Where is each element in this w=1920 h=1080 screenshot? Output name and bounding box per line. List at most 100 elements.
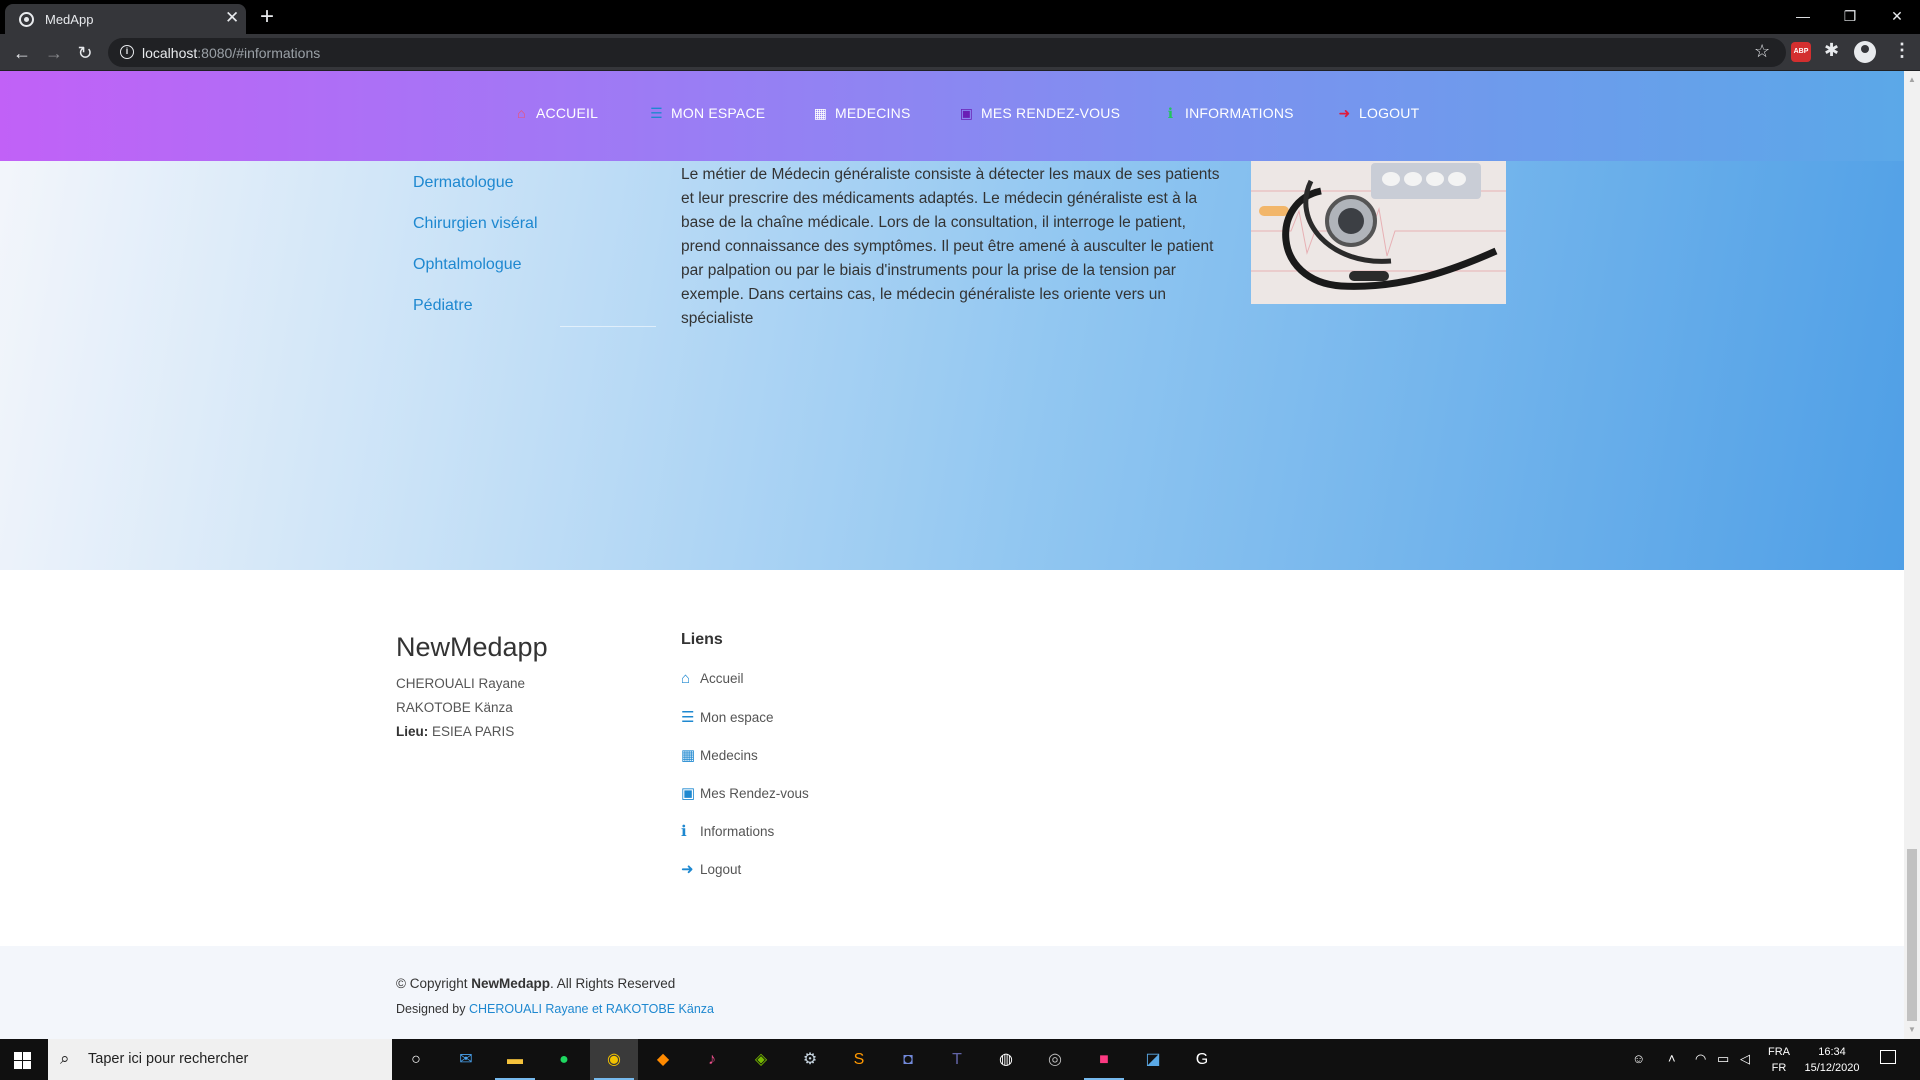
- adblock-extension-icon[interactable]: ABP: [1791, 42, 1811, 62]
- logitech-icon[interactable]: G: [1187, 1045, 1217, 1075]
- scrollbar-thumb[interactable]: [1907, 849, 1917, 1021]
- itunes-icon[interactable]: ♪: [697, 1045, 727, 1075]
- home-icon: ⌂: [517, 105, 526, 121]
- sign-out-icon: ➜: [1338, 105, 1351, 121]
- search-placeholder: Taper ici pour rechercher: [88, 1051, 249, 1067]
- tab-close-icon[interactable]: ✕: [225, 8, 239, 28]
- footer-link-mon-espace[interactable]: ☰ Mon espace: [681, 708, 774, 726]
- people-icon[interactable]: ☺: [1632, 1051, 1645, 1066]
- stethoscope-image: [1251, 161, 1506, 304]
- sign-out-icon: ➜: [681, 861, 694, 878]
- browser-tab[interactable]: MedApp ✕: [5, 4, 246, 34]
- footer-link-rendez-vous[interactable]: ▣ Mes Rendez-vous: [681, 784, 809, 802]
- unreal-icon[interactable]: ◎: [1040, 1045, 1070, 1075]
- nav-mon-espace[interactable]: ☰ MON ESPACE: [648, 105, 765, 125]
- restore-button[interactable]: ❐: [1827, 4, 1873, 28]
- scroll-up-icon[interactable]: ▲: [1908, 75, 1916, 84]
- discord-icon[interactable]: ◘: [893, 1045, 923, 1075]
- footer-bottom: © Copyright NewMedapp. All Rights Reserv…: [0, 946, 1904, 1039]
- footer-location: Lieu: ESIEA PARIS: [396, 724, 514, 739]
- main-navbar: ⌂ ACCUEIL ☰ MON ESPACE ▦ MEDECINS ▣ MES REND…: [0, 71, 1904, 161]
- hospital-icon: ▦: [681, 747, 696, 764]
- calendar-icon: ▣: [681, 785, 696, 802]
- address-bar[interactable]: i localhost:8080/#informations ☆: [108, 38, 1786, 67]
- chrome-icon[interactable]: ◉: [599, 1045, 629, 1075]
- specialty-link[interactable]: Ophtalmologue: [413, 256, 522, 274]
- new-tab-button[interactable]: +: [260, 3, 274, 31]
- tab-title: MedApp: [45, 12, 94, 27]
- browser-tab-strip: MedApp ✕ + — ❐ ✕: [0, 0, 1920, 34]
- spotify-icon[interactable]: ●: [549, 1045, 579, 1075]
- nvidia-icon[interactable]: ◈: [746, 1045, 776, 1075]
- notification-center-icon[interactable]: [1880, 1050, 1896, 1064]
- nav-mes-rendez-vous[interactable]: ▣ MES RENDEZ-VOUS: [958, 105, 1120, 125]
- close-window-button[interactable]: ✕: [1874, 4, 1920, 28]
- designed-by: Designed by CHEROUALI Rayane et RAKOTOBE…: [396, 1002, 714, 1016]
- extensions-puzzle-icon[interactable]: ✱: [1824, 40, 1839, 61]
- reload-button[interactable]: ↻: [74, 42, 96, 64]
- nav-accueil[interactable]: ⌂ ACCUEIL: [513, 105, 598, 125]
- minimize-button[interactable]: —: [1780, 4, 1826, 28]
- specialty-link[interactable]: Chirurgien viséral: [413, 215, 538, 233]
- divider: [560, 326, 656, 327]
- footer: NewMedapp CHEROUALI Rayane RAKOTOBE Känz…: [0, 570, 1904, 946]
- nav-informations[interactable]: ℹ INFORMATIONS: [1162, 105, 1294, 125]
- info-icon: ℹ: [1167, 105, 1174, 121]
- profile-avatar-icon[interactable]: [1854, 41, 1876, 63]
- taskbar-search[interactable]: ⌕ Taper ici pour rechercher: [48, 1039, 392, 1080]
- location-label: Lieu:: [396, 724, 429, 739]
- system-clock[interactable]: 16:34 15/12/2020: [1802, 1044, 1862, 1076]
- nav-medecins[interactable]: ▦ MEDECINS: [812, 105, 911, 125]
- tray-chevron-icon[interactable]: ˄: [1668, 1051, 1676, 1066]
- browser-toolbar: ← → ↻ i localhost:8080/#informations ☆: [0, 34, 1920, 71]
- footer-link-informations[interactable]: ℹ Informations: [681, 822, 774, 840]
- wifi-icon[interactable]: ◠: [1695, 1051, 1706, 1067]
- nav-logout[interactable]: ➜ LOGOUT: [1336, 105, 1420, 125]
- bookmark-star-icon[interactable]: ☆: [1754, 41, 1770, 62]
- footer-author: CHEROUALI Rayane: [396, 676, 526, 691]
- align-left-icon: ☰: [681, 709, 695, 726]
- search-icon: ⌕: [60, 1049, 70, 1068]
- authors-link[interactable]: CHEROUALI Rayane et RAKOTOBE Känza: [469, 1002, 714, 1016]
- mysql-workbench-icon[interactable]: ◪: [1138, 1045, 1168, 1075]
- page-scrollbar[interactable]: ▲ ▼: [1904, 71, 1920, 1039]
- back-button[interactable]: ←: [11, 42, 33, 64]
- mail-icon[interactable]: ✉: [451, 1045, 481, 1075]
- web-page: Dermatologue Chirurgien viséral Ophtalmo…: [0, 71, 1904, 1039]
- footer-author: RAKOTOBE Känza: [396, 700, 513, 715]
- copyright: © Copyright NewMedapp. All Rights Reserv…: [396, 976, 676, 991]
- specialty-description: Le métier de Médecin généraliste consist…: [681, 166, 1220, 327]
- hospital-icon: ▦: [813, 105, 828, 121]
- location-value: ESIEA PARIS: [432, 724, 515, 739]
- windows-start-icon[interactable]: [14, 1052, 31, 1069]
- footer-brand: NewMedapp: [396, 632, 548, 662]
- windows-taskbar: ⌕ Taper ici pour rechercher ○ ✉ ▬ ● ◉ ◆ …: [0, 1039, 1920, 1080]
- align-left-icon: ☰: [650, 105, 663, 121]
- footer-link-medecins[interactable]: ▦ Medecins: [681, 746, 758, 764]
- specialty-link[interactable]: Pédiatre: [413, 297, 473, 315]
- volume-icon[interactable]: ◁: [1740, 1051, 1750, 1067]
- intellij-icon[interactable]: ■: [1089, 1045, 1119, 1075]
- home-icon: ⌂: [681, 670, 691, 687]
- obs-icon[interactable]: ◍: [991, 1045, 1021, 1075]
- sublime-text-icon[interactable]: S: [844, 1045, 874, 1075]
- footer-links-title: Liens: [681, 631, 723, 648]
- cortana-icon[interactable]: ○: [401, 1045, 431, 1075]
- fl-studio-icon[interactable]: ◆: [648, 1045, 678, 1075]
- file-explorer-icon[interactable]: ▬: [500, 1045, 530, 1075]
- url-text[interactable]: localhost:8080/#informations: [142, 45, 320, 61]
- language-indicator[interactable]: FRA FR: [1768, 1044, 1790, 1076]
- calendar-icon: ▣: [959, 105, 974, 121]
- steam-icon[interactable]: ⚙: [795, 1045, 825, 1075]
- specialty-link[interactable]: Dermatologue: [413, 174, 514, 192]
- browser-menu-icon[interactable]: ⋮: [1893, 40, 1911, 61]
- favicon-icon: [19, 12, 34, 27]
- footer-link-accueil[interactable]: ⌂ Accueil: [681, 670, 744, 687]
- site-info-icon[interactable]: i: [120, 45, 134, 59]
- scroll-down-icon[interactable]: ▼: [1908, 1025, 1916, 1034]
- forward-button[interactable]: →: [43, 42, 65, 64]
- info-icon: ℹ: [681, 823, 687, 840]
- teams-icon[interactable]: T: [942, 1045, 972, 1075]
- battery-icon[interactable]: ▭: [1717, 1051, 1729, 1067]
- footer-link-logout[interactable]: ➜ Logout: [681, 860, 741, 878]
